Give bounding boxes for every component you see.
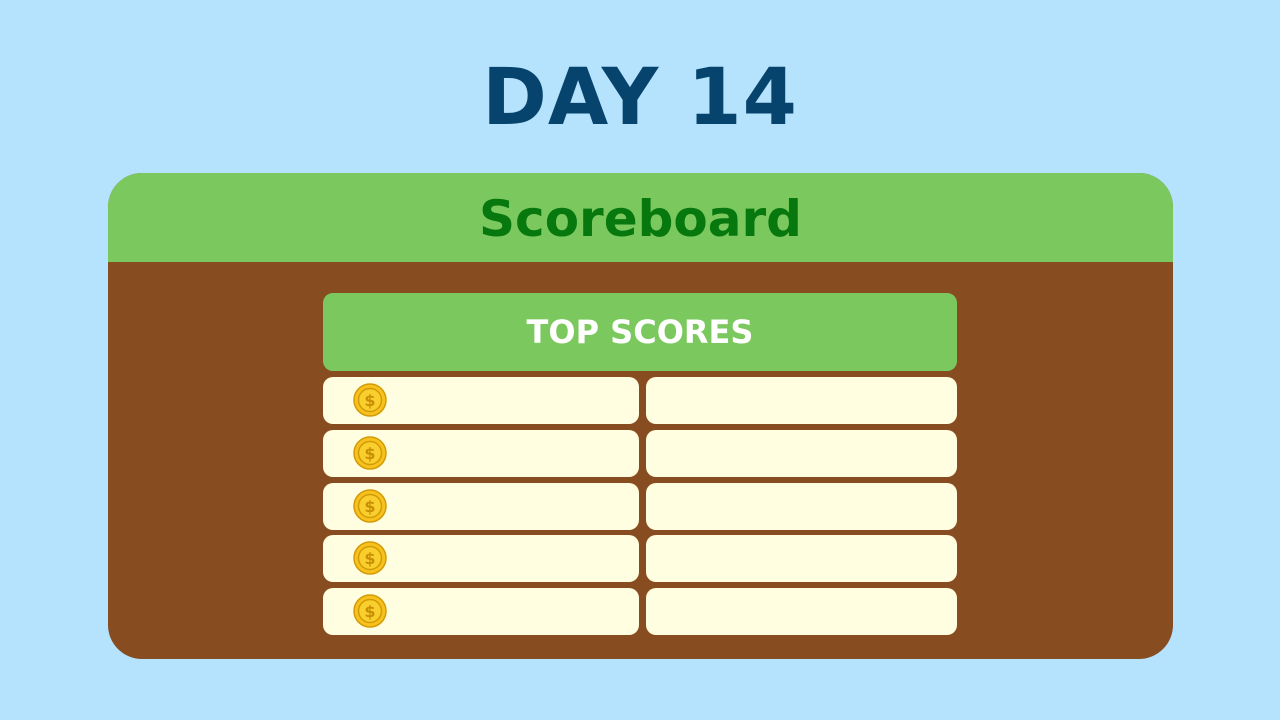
top-scores-title: TOP SCORES bbox=[526, 313, 754, 351]
svg-text:$: $ bbox=[364, 549, 375, 568]
coin-icon: $ bbox=[353, 489, 387, 523]
score-row-name-cell: $ bbox=[323, 483, 639, 530]
coin-icon: $ bbox=[353, 541, 387, 575]
svg-text:$: $ bbox=[364, 444, 375, 463]
scoreboard-panel: Scoreboard bbox=[108, 173, 1173, 659]
score-row-name-cell: $ bbox=[323, 430, 639, 477]
score-row-score-cell bbox=[646, 483, 957, 530]
score-row-name-cell: $ bbox=[323, 588, 639, 635]
score-row-score-cell bbox=[646, 430, 957, 477]
scoreboard-title: Scoreboard bbox=[479, 190, 802, 248]
top-scores-header: TOP SCORES bbox=[323, 293, 957, 371]
svg-text:$: $ bbox=[364, 497, 375, 516]
svg-text:$: $ bbox=[364, 602, 375, 621]
svg-text:$: $ bbox=[364, 391, 375, 410]
coin-icon: $ bbox=[353, 383, 387, 417]
coin-icon: $ bbox=[353, 436, 387, 470]
coin-icon: $ bbox=[353, 594, 387, 628]
score-row-score-cell bbox=[646, 535, 957, 582]
score-row-name-cell: $ bbox=[323, 535, 639, 582]
day-title: DAY 14 bbox=[482, 53, 798, 143]
score-row-score-cell bbox=[646, 588, 957, 635]
score-row-score-cell bbox=[646, 377, 957, 424]
scoreboard-header: Scoreboard bbox=[108, 173, 1173, 262]
score-row-name-cell: $ bbox=[323, 377, 639, 424]
